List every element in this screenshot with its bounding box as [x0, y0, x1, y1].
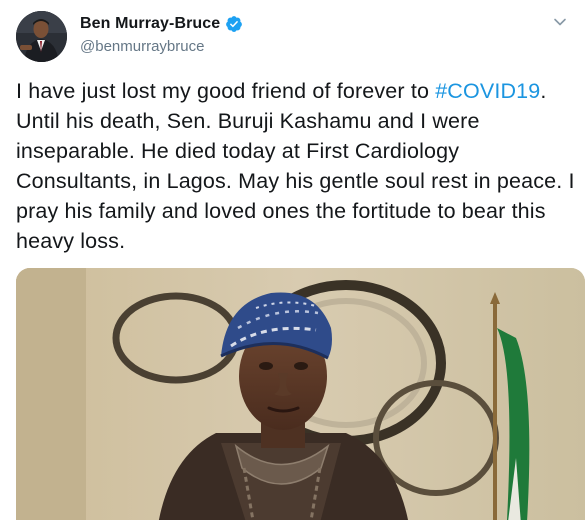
- chevron-down-icon[interactable]: [553, 15, 567, 29]
- tweet-photo[interactable]: [16, 268, 585, 520]
- tweet-text-start: I have just lost my good friend of forev…: [16, 79, 436, 103]
- tweet-card: Ben Murray-Bruce @benmurraybruce I have …: [0, 0, 585, 520]
- hashtag-link[interactable]: #COVID19: [435, 79, 540, 103]
- author-handle[interactable]: @benmurraybruce: [80, 38, 204, 55]
- tweet-text-end: . Until his death, Sen. Buruji Kashamu a…: [16, 79, 575, 253]
- avatar-photo: [16, 11, 67, 62]
- attached-photo: [16, 268, 585, 520]
- author-display-name[interactable]: Ben Murray-Bruce: [80, 15, 220, 33]
- author-name-row: Ben Murray-Bruce: [80, 15, 243, 33]
- avatar[interactable]: [16, 11, 67, 62]
- verified-badge-icon: [225, 15, 243, 33]
- tweet-text: I have just lost my good friend of forev…: [16, 76, 578, 256]
